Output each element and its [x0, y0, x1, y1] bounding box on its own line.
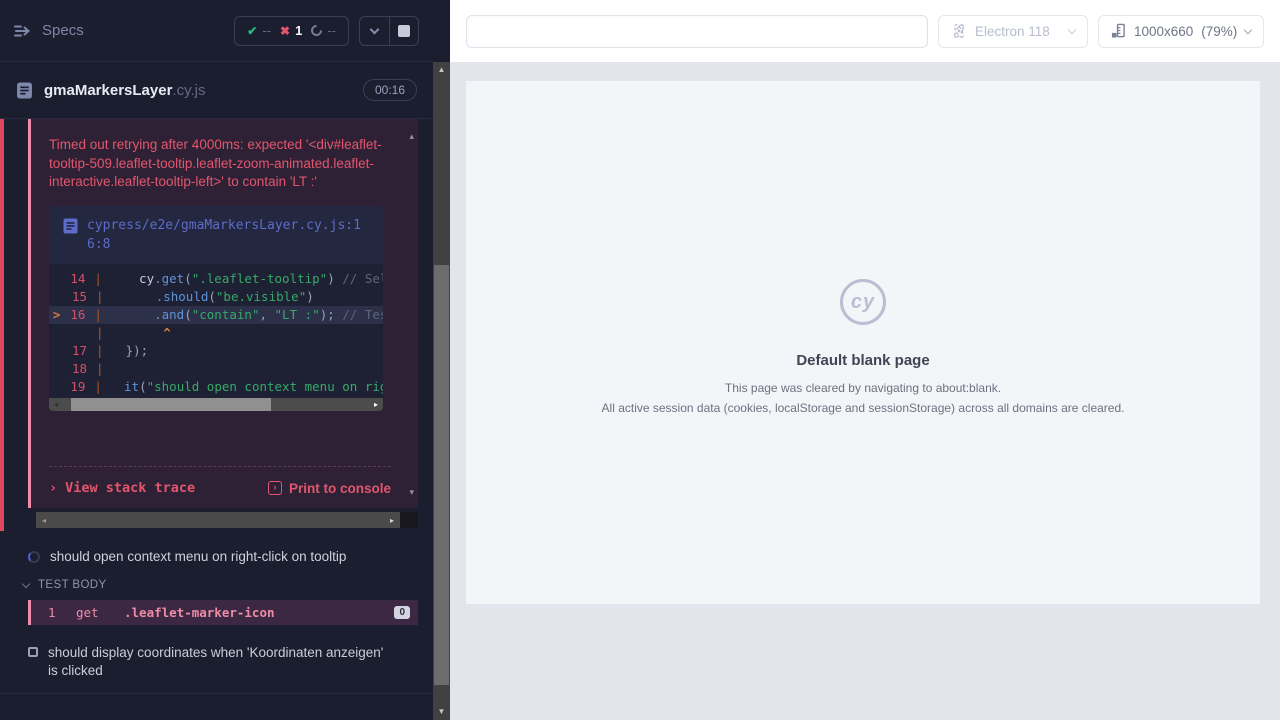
blank-page-line1: This page was cleared by navigating to a…	[725, 381, 1001, 395]
code-line: | ^	[49, 324, 383, 342]
error-message: Timed out retrying after 4000ms: expecte…	[49, 136, 391, 192]
failed-attempt-section: Timed out retrying after 4000ms: expecte…	[0, 119, 433, 528]
scrollbar-corner	[400, 512, 418, 528]
pending-circle-icon	[309, 23, 325, 39]
test-title: should display coordinates when 'Koordin…	[48, 644, 387, 680]
aut-iframe: cy Default blank page This page was clea…	[466, 81, 1260, 604]
code-line: 14| cy.get(".leaflet-tooltip") // Sele	[49, 270, 383, 288]
test-stats: ✔ -- ✖ 1 --	[234, 16, 349, 46]
error-scroll-up-icon[interactable]: ▴	[409, 131, 414, 142]
code-frame-horizontal-scrollbar[interactable]: ◂ ▸	[49, 398, 383, 411]
command-log-horizontal-scrollbar[interactable]: ◂ ▸	[36, 512, 418, 528]
scroll-down-arrow-icon[interactable]: ▼	[433, 704, 450, 720]
passed-check-icon: ✔	[247, 24, 257, 38]
code-line: 17| });	[49, 342, 383, 360]
code-line: >16| .and("contain", "LT :"); // Test	[49, 306, 383, 324]
browser-label: Electron 118	[975, 24, 1050, 39]
stop-run-button[interactable]	[389, 17, 418, 45]
reporter-panel: Specs ✔ -- ✖ 1 --	[0, 0, 433, 720]
spec-name: gmaMarkersLayer.cy.js	[44, 82, 205, 99]
stat-failed: ✖ 1	[280, 23, 302, 38]
electron-icon	[951, 23, 967, 39]
error-scroll-down-icon[interactable]: ▾	[409, 487, 414, 498]
viewport-ruler-icon	[1111, 23, 1126, 39]
failed-attempt-rail	[0, 119, 4, 531]
command-message: .leaflet-marker-icon	[124, 605, 275, 620]
error-actions: › View stack trace › Print to console	[49, 466, 391, 496]
command-method: get	[76, 605, 124, 620]
scroll-up-arrow-icon[interactable]: ▲	[433, 62, 450, 78]
code-line: 15| .should("be.visible")	[49, 288, 383, 306]
code-line: 19| it("should open context menu on righ	[49, 378, 383, 396]
code-frame-filename: cypress/e2e/gmaMarkersLayer.cy.js:16:8	[87, 216, 367, 254]
failed-x-icon: ✖	[280, 24, 290, 38]
aut-toolbar: Electron 118 1000x660 (79%)	[450, 0, 1280, 62]
test-body-label: TEST BODY	[38, 579, 107, 591]
command-row-get[interactable]: 1 get .leaflet-marker-icon 0	[28, 600, 418, 625]
cypress-logo: cy	[840, 279, 886, 325]
scroll-right-arrow-icon: ▸	[384, 512, 400, 528]
specs-label: Specs	[42, 22, 84, 39]
command-number: 1	[48, 605, 76, 620]
viewport-info-button[interactable]: 1000x660 (79%)	[1098, 15, 1264, 48]
reporter-header: Specs ✔ -- ✖ 1 --	[0, 0, 433, 62]
pending-square-icon	[28, 647, 38, 657]
sidebar-toggle-icon	[14, 24, 32, 38]
code-frame: cypress/e2e/gmaMarkersLayer.cy.js:16:8 1…	[49, 206, 383, 411]
test-body-section-toggle[interactable]: TEST BODY	[0, 579, 433, 591]
scrollbar-thumb[interactable]	[434, 265, 449, 685]
scroll-left-arrow-icon: ◂	[49, 400, 63, 409]
command-elements-count-badge: 0	[394, 606, 410, 619]
spec-file-icon	[16, 82, 33, 99]
error-panel: Timed out retrying after 4000ms: expecte…	[28, 119, 418, 508]
test-item-running[interactable]: should open context menu on right-click …	[0, 549, 433, 564]
viewport-zoom: (79%)	[1201, 24, 1237, 39]
aut-area: Electron 118 1000x660 (79%)	[450, 0, 1280, 720]
spec-header-row[interactable]: gmaMarkersLayer.cy.js 00:16	[0, 62, 433, 119]
viewport-size: 1000x660	[1134, 24, 1193, 39]
scroll-right-arrow-icon: ▸	[369, 400, 383, 409]
run-controls	[359, 16, 419, 46]
stat-passed: ✔ --	[247, 23, 271, 38]
code-line: 18|	[49, 360, 383, 378]
collapse-all-button[interactable]	[360, 17, 389, 45]
chevron-down-icon	[22, 579, 30, 587]
chevron-down-icon	[370, 24, 380, 34]
code-file-icon	[63, 218, 78, 234]
spec-duration-badge: 00:16	[363, 79, 417, 101]
browser-selector-button[interactable]: Electron 118	[938, 15, 1088, 48]
running-spinner-icon	[28, 551, 40, 563]
chevron-right-icon: ›	[49, 480, 57, 496]
view-stack-trace-button[interactable]: › View stack trace	[49, 480, 195, 496]
test-item-pending[interactable]: should display coordinates when 'Koordin…	[0, 644, 433, 680]
reporter-bottom-divider	[0, 693, 433, 694]
scroll-left-arrow-icon: ◂	[36, 512, 52, 528]
stat-pending: --	[311, 23, 336, 38]
code-lines: 14| cy.get(".leaflet-tooltip") // Sele15…	[49, 264, 383, 396]
print-to-console-button[interactable]: › Print to console	[268, 481, 391, 496]
chevron-down-icon	[1068, 25, 1076, 33]
scrollbar-thumb[interactable]	[71, 398, 271, 411]
blank-page-line2: All active session data (cookies, localS…	[602, 401, 1125, 415]
chevron-down-icon	[1244, 25, 1252, 33]
code-frame-file-link[interactable]: cypress/e2e/gmaMarkersLayer.cy.js:16:8	[49, 206, 383, 264]
blank-page-heading: Default blank page	[796, 352, 929, 369]
cypress-app: Specs ✔ -- ✖ 1 --	[0, 0, 1280, 720]
console-icon: ›	[268, 481, 282, 495]
reporter-vertical-scrollbar[interactable]: ▲ ▼	[433, 62, 450, 720]
stop-icon	[398, 25, 410, 37]
url-input[interactable]	[466, 15, 928, 48]
specs-toggle-button[interactable]: Specs	[14, 22, 84, 39]
test-title: should open context menu on right-click …	[50, 549, 346, 564]
